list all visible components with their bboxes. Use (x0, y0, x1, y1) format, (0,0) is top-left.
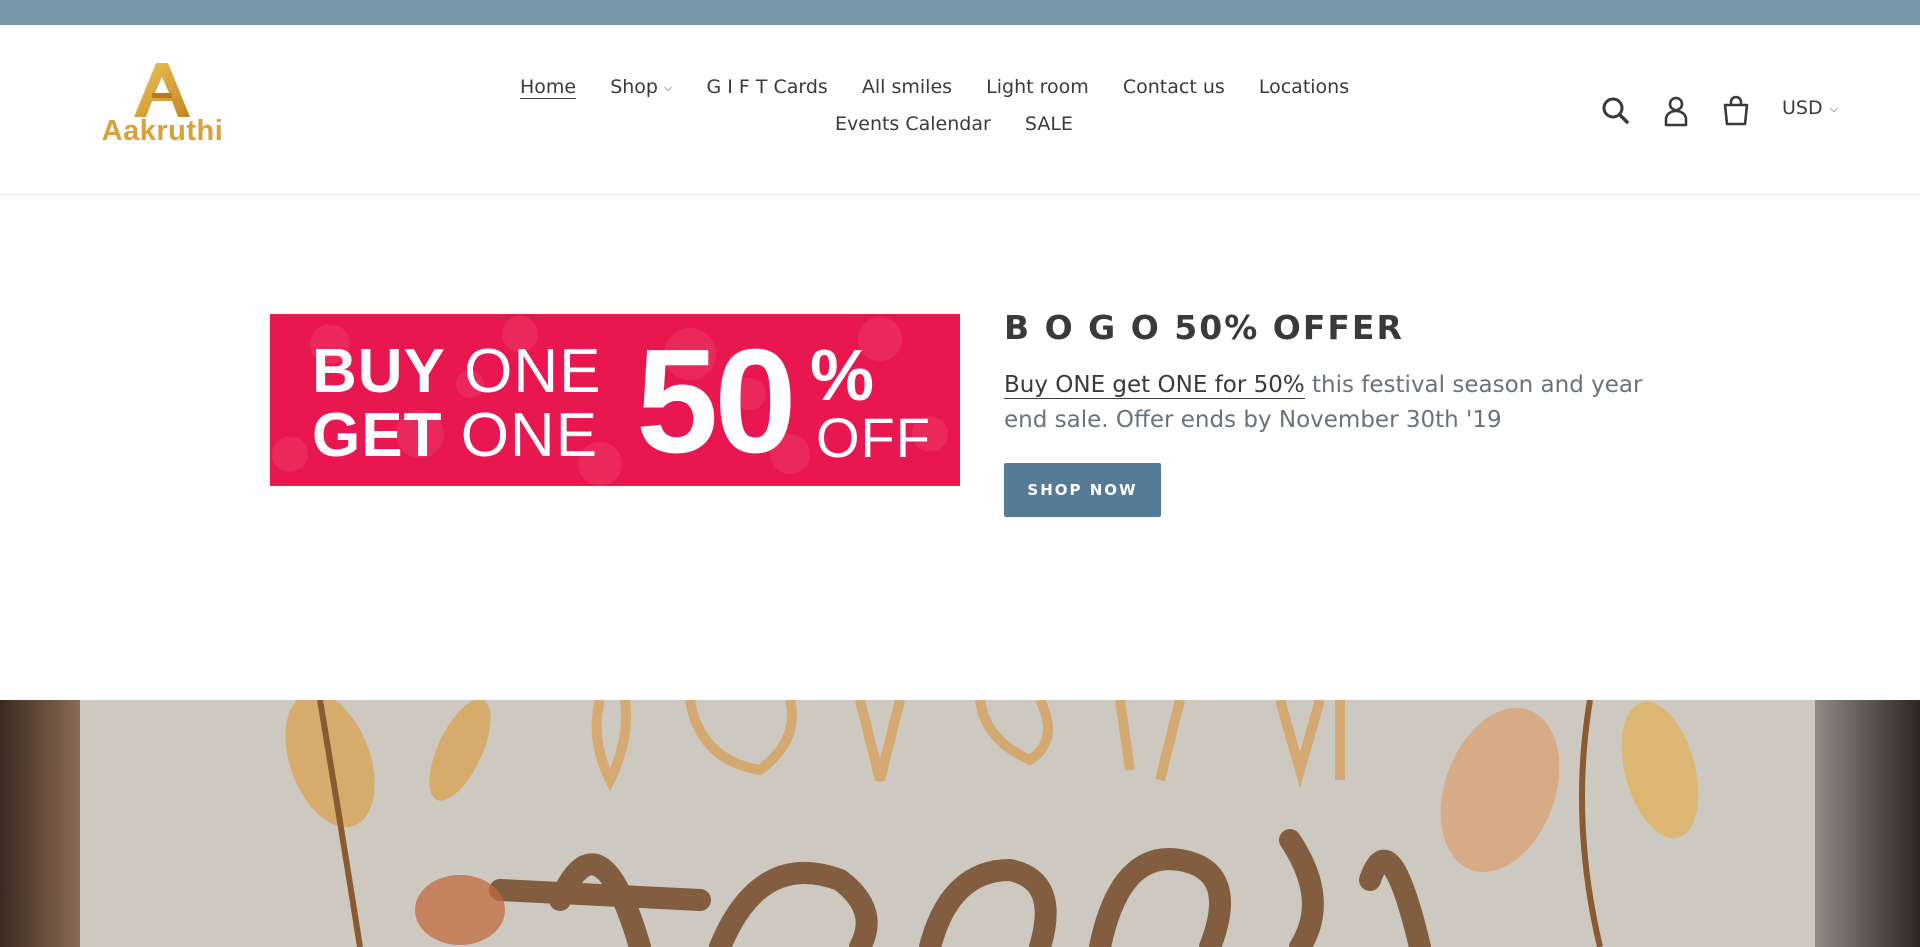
hero-banner-image[interactable] (0, 700, 1920, 947)
nav-shop[interactable]: Shop ⌵ (610, 75, 672, 100)
promo-off: OFF (816, 406, 931, 469)
logo-mark-icon (134, 63, 190, 117)
currency-selector[interactable]: USD ⌵ (1782, 97, 1838, 119)
promo-line-2: GET ONE (312, 404, 602, 468)
nav-row-1: Home Shop ⌵ G I F T Cards All smiles Ligh… (520, 75, 1378, 100)
feature-text: B O G O 50% OFFER Buy ONE get ONE for 50… (1004, 306, 1644, 438)
announcement-bar (0, 0, 1920, 25)
nav-events-calendar[interactable]: Events Calendar (835, 112, 991, 136)
nav-home[interactable]: Home (520, 76, 577, 99)
cart-icon (1723, 95, 1749, 126)
chevron-down-icon: ⌵ (664, 81, 673, 94)
promo-one-2: ONE (460, 401, 599, 470)
account-icon (1664, 96, 1688, 127)
nav-shop-label: Shop (610, 76, 658, 98)
promo-image[interactable]: BUY ONE GET ONE 50 % OFF (270, 314, 960, 486)
nav-locations[interactable]: Locations (1259, 75, 1349, 99)
nav-row-2: Events Calendar SALE (835, 112, 1102, 136)
nav-gift-cards[interactable]: G I F T Cards (706, 75, 827, 99)
currency-value: USD (1782, 97, 1823, 119)
promo-buy: BUY (312, 337, 446, 406)
promo-percent: % (810, 336, 875, 416)
nav-light-room[interactable]: Light room (986, 75, 1089, 99)
promo-get: GET (312, 401, 443, 470)
promo-line-1: BUY ONE (312, 340, 602, 404)
site-header: Aakruthi Home Shop ⌵ G I F T Cards All sm… (0, 25, 1920, 195)
feature-body-link[interactable]: Buy ONE get ONE for 50% (1004, 372, 1305, 399)
promo-50: 50 (636, 319, 797, 484)
hero-thankful-artwork (0, 700, 1920, 947)
cart-button[interactable] (1718, 93, 1754, 129)
promo-one-1: ONE (464, 337, 602, 406)
nav-contact-us[interactable]: Contact us (1123, 75, 1225, 99)
chevron-down-icon: ⌵ (1829, 102, 1838, 115)
search-icon (1602, 97, 1629, 124)
feature-body: Buy ONE get ONE for 50% this festival se… (1004, 368, 1644, 438)
account-button[interactable] (1658, 93, 1694, 129)
nav-all-smiles[interactable]: All smiles (862, 75, 952, 99)
promo-text-buy-get: BUY ONE GET ONE (312, 340, 602, 468)
logo[interactable]: Aakruthi (90, 63, 235, 155)
feature-heading: B O G O 50% OFFER (1004, 308, 1404, 347)
nav-sale[interactable]: SALE (1025, 112, 1073, 136)
search-button[interactable] (1598, 93, 1634, 129)
logo-text: Aakruthi (101, 115, 224, 147)
shop-now-button[interactable]: SHOP NOW (1004, 463, 1161, 517)
